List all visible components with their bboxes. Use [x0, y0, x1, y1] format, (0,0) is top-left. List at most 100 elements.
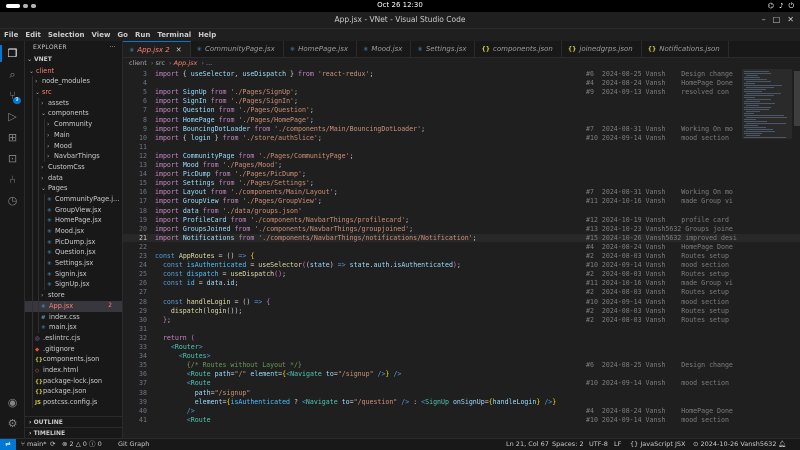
folder-item[interactable]: › NavbarThings	[25, 151, 122, 163]
tab-homepage-jsx[interactable]: ⚛ HomePage.jsx	[284, 41, 358, 57]
code-line[interactable]: 19 import ProfileCard from './components/…	[123, 216, 800, 225]
maximize-icon[interactable]: □	[773, 15, 781, 24]
code-line[interactable]: 13 import Mood from './Pages/Mood';	[123, 161, 800, 170]
more-actions-icon[interactable]: ···	[109, 41, 116, 55]
explorer-icon[interactable]: ❐	[0, 45, 19, 62]
code-line[interactable]: 9 import BouncingDotLoader from './compon…	[123, 125, 800, 134]
file-item[interactable]: ⚛ Mood.jsx	[25, 226, 122, 237]
problems-indicator[interactable]: ⊗ 2 △ 0 ⓘ 0	[62, 439, 102, 450]
folder-item[interactable]: › Mood	[25, 140, 122, 152]
folder-item[interactable]: › Main	[25, 129, 122, 141]
code-line[interactable]: 3 import { useSelector, useDispatch } fro…	[123, 70, 800, 79]
system-clock[interactable]: Oct 26 12:30	[0, 1, 800, 9]
code-line[interactable]: 30 }; #2 2024-08-03 Vansh Routes setup	[123, 316, 800, 325]
breadcrumb-item[interactable]: ...	[206, 59, 212, 67]
close-icon[interactable]: ✕	[787, 15, 794, 24]
code-line[interactable]: 26 const id = data.id; #11 2024-10-16 Van…	[123, 279, 800, 288]
folder-item[interactable]: › Community	[25, 119, 122, 131]
branch-indicator[interactable]: ⑂ main*	[21, 439, 46, 450]
tab-app-jsx[interactable]: ⚛ App.jsx 2 ✕	[123, 41, 191, 57]
menu-run[interactable]: Run	[135, 29, 150, 41]
file-item[interactable]: ⚛ main.jsx	[25, 322, 122, 334]
minimize-icon[interactable]: –	[762, 15, 766, 24]
code-line[interactable]: 11	[123, 143, 800, 152]
file-item[interactable]: ⚛ Settings.jsx	[25, 258, 122, 270]
code-line[interactable]: 39 element={isAuthenticated ? <Navigate …	[123, 398, 800, 407]
file-item[interactable]: ⚛ PicDump.jsx	[25, 236, 122, 248]
folder-item[interactable]: › node_modules	[25, 76, 122, 88]
menu-go[interactable]: Go	[117, 29, 128, 41]
tab-settings-jsx[interactable]: ⚛ Settings.jsx	[411, 41, 476, 57]
search-icon[interactable]: ⌕	[6, 68, 19, 81]
file-item[interactable]: {}components.json	[25, 354, 122, 366]
language-mode[interactable]: {} JavaScript JSX	[630, 439, 686, 450]
menu-selection[interactable]: Selection	[48, 29, 85, 41]
code-line[interactable]: 36 <Route path="/" element={<Navigate to…	[123, 370, 800, 379]
timeline-icon[interactable]: ◷	[6, 194, 19, 207]
file-item[interactable]: # index.css	[25, 311, 122, 323]
code-line[interactable]: 35 {/* Routes without Layout */} #6 2024-…	[123, 361, 800, 370]
breadcrumb-item[interactable]: App.jsx	[174, 59, 198, 67]
folder-item[interactable]: › store	[25, 290, 122, 302]
breadcrumb-item[interactable]: client	[129, 59, 147, 67]
folder-item[interactable]: › assets	[25, 97, 122, 109]
system-tray[interactable]: ⌬ ♪ ⏻	[768, 2, 794, 11]
file-item[interactable]: ⚛ SignUp.jsx	[25, 279, 122, 291]
remote-indicator-icon[interactable]: ⇌	[0, 439, 16, 450]
tab-joinedgrps-json[interactable]: {} joinedgrps.json	[562, 41, 642, 57]
code-line[interactable]: 41 <Route #10 2024-09-14 Vansh mood secti…	[123, 416, 800, 425]
notifications-bell-icon[interactable]: 🔔︎	[778, 439, 786, 450]
file-item[interactable]: ⚛ Question.jsx	[25, 247, 122, 259]
minimap[interactable]	[742, 69, 792, 438]
folder-item[interactable]: › CustomCss	[25, 161, 122, 173]
end-of-line[interactable]: LF	[614, 439, 621, 450]
code-line[interactable]: 28 const handleLogin = () => {#10 2024-0…	[123, 298, 800, 307]
code-line[interactable]: 8 import HomePage from './Pages/HomePage'…	[123, 116, 800, 125]
menu-terminal[interactable]: Terminal	[157, 29, 191, 41]
menu-help[interactable]: Help	[198, 29, 216, 41]
code-line[interactable]: 4 #4 2024-08-24 Vansh HomePage Done	[123, 79, 800, 88]
code-line[interactable]: 22 #4 2024-08-24 Vansh HomePage Done	[123, 243, 800, 252]
code-line[interactable]: 18 import data from './data/groups.json'	[123, 207, 800, 216]
code-editor[interactable]: 3 import { useSelector, useDispatch } fro…	[123, 69, 800, 438]
code-line[interactable]: 15 import Settings from './Pages/Settings…	[123, 179, 800, 188]
code-line[interactable]: 10 import { login } from './store/authSli…	[123, 134, 800, 143]
code-line[interactable]: 16 import Layout from './components/Main/…	[123, 188, 800, 197]
code-line[interactable]: 32 return (	[123, 334, 800, 343]
menu-edit[interactable]: Edit	[25, 29, 41, 41]
file-item[interactable]: ◇ index.html	[25, 364, 122, 376]
git-graph-button[interactable]: Git Graph	[118, 439, 149, 450]
menu-view[interactable]: View	[92, 29, 111, 41]
git-graph-icon[interactable]: ⑃	[6, 173, 19, 186]
code-line[interactable]: 17 import GroupView from './Pages/GroupVi…	[123, 197, 800, 206]
source-control-icon[interactable]: ⑂ 9	[6, 89, 21, 104]
file-item[interactable]: ⚛ CommunityPage.j...	[25, 193, 122, 205]
file-item[interactable]: {}package-lock.json	[25, 375, 122, 387]
file-item[interactable]: {}package.json	[25, 386, 122, 398]
file-item[interactable]: JS postcss.config.js	[25, 397, 122, 408]
code-line[interactable]: 7 import Question from './Pages/Question'…	[123, 106, 800, 115]
code-line[interactable]: 38 path="/signup"	[123, 389, 800, 398]
run-debug-icon[interactable]: ▷	[6, 110, 19, 123]
sync-icon[interactable]: ⟳	[50, 439, 55, 450]
file-item[interactable]: ◎ .eslintrc.cjs	[25, 332, 122, 344]
code-line[interactable]: 24 const isAuthenticated = useSelector((…	[123, 261, 800, 270]
folder-item[interactable]: ⌄ client	[25, 66, 122, 77]
editor-scrollbar[interactable]	[794, 69, 800, 438]
code-line[interactable]: 12 import CommunityPage from './Pages/Com…	[123, 152, 800, 161]
tab-mood-jsx[interactable]: ⚛ Mood.jsx	[357, 41, 412, 57]
timeline-section[interactable]: › TIMELINE	[25, 427, 122, 438]
code-line[interactable]: 31	[123, 325, 800, 334]
indentation[interactable]: Spaces: 2	[552, 439, 584, 450]
folder-item[interactable]: ⌄ Pages	[25, 183, 122, 195]
file-item[interactable]: ⚛ App.jsx 2	[25, 300, 122, 312]
breadcrumb-item[interactable]: src	[155, 59, 165, 67]
code-line[interactable]: 14 import PicDump from './Pages/PicDump';	[123, 170, 800, 179]
outline-section[interactable]: › OUTLINE	[25, 416, 122, 427]
extensions-icon[interactable]: ⊞	[6, 131, 19, 144]
workspace-root[interactable]: ⌄ VNET	[25, 55, 122, 66]
folder-item[interactable]: ⌄ components	[25, 108, 122, 120]
settings-gear-icon[interactable]: ⚙	[6, 417, 19, 430]
code-line[interactable]: 21 import Notifications from './component…	[123, 233, 800, 243]
remote-explorer-icon[interactable]: ⊡	[6, 152, 19, 165]
